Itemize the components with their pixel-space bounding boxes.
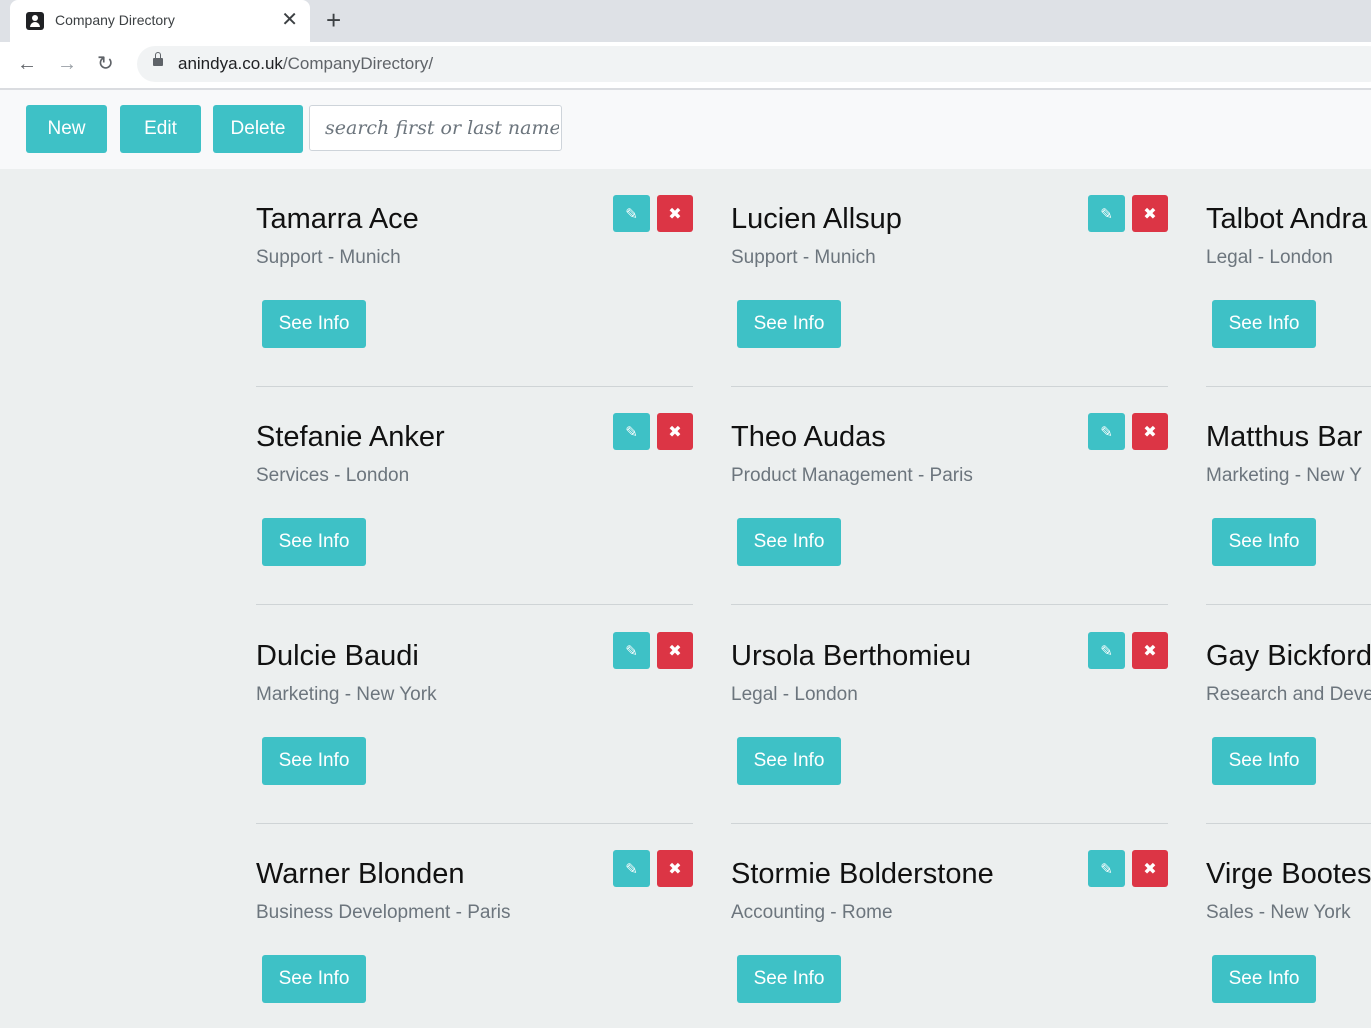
delete-x-icon[interactable]: ✖ — [1132, 632, 1168, 669]
back-arrow-icon[interactable]: ← — [17, 53, 37, 75]
browser-toolbar: ← → ↻ anindya.co.uk/CompanyDirectory/ — [0, 42, 1371, 90]
employee-department-location: Marketing - New York — [256, 684, 437, 705]
contact-card-icon — [26, 12, 44, 30]
lock-icon[interactable] — [153, 52, 163, 66]
see-info-button[interactable]: See Info — [1212, 955, 1316, 1003]
edit-button[interactable]: Edit — [120, 105, 201, 153]
see-info-button[interactable]: See Info — [737, 955, 841, 1003]
edit-pencil-icon[interactable]: ✎ — [613, 195, 650, 232]
delete-x-icon[interactable]: ✖ — [1132, 195, 1168, 232]
employee-card: Talbot Andra Legal - London See Info — [1206, 169, 1371, 387]
employee-department-location: Research and Deve — [1206, 684, 1371, 705]
edit-pencil-icon[interactable]: ✎ — [1088, 632, 1125, 669]
delete-button[interactable]: Delete — [213, 105, 303, 153]
employee-department-location: Support - Munich — [731, 247, 876, 268]
employee-card: Stormie Bolderstone Accounting - Rome See … — [731, 824, 1168, 1028]
employee-name: Ursola Berthomieu — [731, 640, 972, 672]
see-info-button[interactable]: See Info — [737, 518, 841, 566]
employee-card: Warner Blonden Business Development - Par… — [256, 824, 693, 1028]
employee-name: Stormie Bolderstone — [731, 858, 994, 890]
app-toolbar: New Edit Delete — [0, 90, 1371, 169]
see-info-button[interactable]: See Info — [1212, 737, 1316, 785]
delete-x-icon[interactable]: ✖ — [1132, 850, 1168, 887]
url-path: /CompanyDirectory/ — [282, 54, 434, 73]
employee-card: Tamarra Ace Support - Munich See Info ✎ ✖ — [256, 169, 693, 387]
see-info-button[interactable]: See Info — [262, 737, 366, 785]
employee-name: Warner Blonden — [256, 858, 465, 890]
employee-department-location: Product Management - Paris — [731, 465, 973, 486]
employee-name: Virge Bootes — [1206, 858, 1371, 890]
edit-pencil-icon[interactable]: ✎ — [613, 850, 650, 887]
url-text: anindya.co.uk/CompanyDirectory/ — [178, 54, 433, 74]
edit-pencil-icon[interactable]: ✎ — [1088, 195, 1125, 232]
delete-x-icon[interactable]: ✖ — [657, 632, 693, 669]
see-info-button[interactable]: See Info — [1212, 300, 1316, 348]
see-info-button[interactable]: See Info — [1212, 518, 1316, 566]
employee-department-location: Accounting - Rome — [731, 902, 893, 923]
employee-card: Stefanie Anker Services - London See Info ✎… — [256, 387, 693, 605]
employee-card: Matthus Bar Marketing - New Y See Info — [1206, 387, 1371, 605]
employee-card: Gay Bickford Research and Deve See Info — [1206, 606, 1371, 824]
employee-department-location: Support - Munich — [256, 247, 401, 268]
reload-icon[interactable]: ↻ — [97, 53, 114, 75]
employee-name: Theo Audas — [731, 421, 886, 453]
see-info-button[interactable]: See Info — [737, 300, 841, 348]
directory-grid: Tamarra Ace Support - Munich See Info ✎ ✖ Luc… — [0, 169, 1371, 1028]
employee-department-location: Marketing - New Y — [1206, 465, 1362, 486]
edit-pencil-icon[interactable]: ✎ — [613, 413, 650, 450]
employee-card: Lucien Allsup Support - Munich See Info ✎ ✖ — [731, 169, 1168, 387]
employee-name: Lucien Allsup — [731, 203, 902, 235]
url-host: anindya.co.uk — [178, 54, 283, 73]
search-input[interactable] — [309, 105, 562, 151]
employee-department-location: Sales - New York — [1206, 902, 1351, 923]
see-info-button[interactable]: See Info — [737, 737, 841, 785]
employee-name: Stefanie Anker — [256, 421, 445, 453]
employee-name: Gay Bickford — [1206, 640, 1371, 672]
new-button[interactable]: New — [26, 105, 107, 153]
address-bar[interactable]: anindya.co.uk/CompanyDirectory/ — [137, 46, 1371, 82]
employee-department-location: Legal - London — [1206, 247, 1333, 268]
see-info-button[interactable]: See Info — [262, 300, 366, 348]
see-info-button[interactable]: See Info — [262, 518, 366, 566]
delete-x-icon[interactable]: ✖ — [657, 195, 693, 232]
employee-name: Tamarra Ace — [256, 203, 419, 235]
employee-name: Dulcie Baudi — [256, 640, 419, 672]
browser-tabstrip: Company Directory ✕ + — [0, 0, 1371, 42]
delete-x-icon[interactable]: ✖ — [1132, 413, 1168, 450]
employee-name: Matthus Bar — [1206, 421, 1363, 453]
delete-x-icon[interactable]: ✖ — [657, 850, 693, 887]
employee-card: Dulcie Baudi Marketing - New York See Info… — [256, 606, 693, 824]
employee-card: Virge Bootes Sales - New York See Info — [1206, 824, 1371, 1028]
employee-department-location: Services - London — [256, 465, 410, 486]
edit-pencil-icon[interactable]: ✎ — [1088, 413, 1125, 450]
new-tab-icon[interactable]: + — [326, 6, 341, 34]
see-info-button[interactable]: See Info — [262, 955, 366, 1003]
forward-arrow-icon[interactable]: → — [57, 53, 77, 75]
edit-pencil-icon[interactable]: ✎ — [1088, 850, 1125, 887]
browser-tab[interactable]: Company Directory ✕ — [10, 0, 310, 42]
employee-department-location: Business Development - Paris — [256, 902, 511, 923]
delete-x-icon[interactable]: ✖ — [657, 413, 693, 450]
edit-pencil-icon[interactable]: ✎ — [613, 632, 650, 669]
employee-department-location: Legal - London — [731, 684, 858, 705]
employee-card: Theo Audas Product Management - Paris See … — [731, 387, 1168, 605]
close-icon[interactable]: ✕ — [281, 9, 298, 31]
employee-card: Ursola Berthomieu Legal - London See Info ✎… — [731, 606, 1168, 824]
employee-name: Talbot Andra — [1206, 203, 1368, 235]
tab-title: Company Directory — [55, 12, 175, 28]
